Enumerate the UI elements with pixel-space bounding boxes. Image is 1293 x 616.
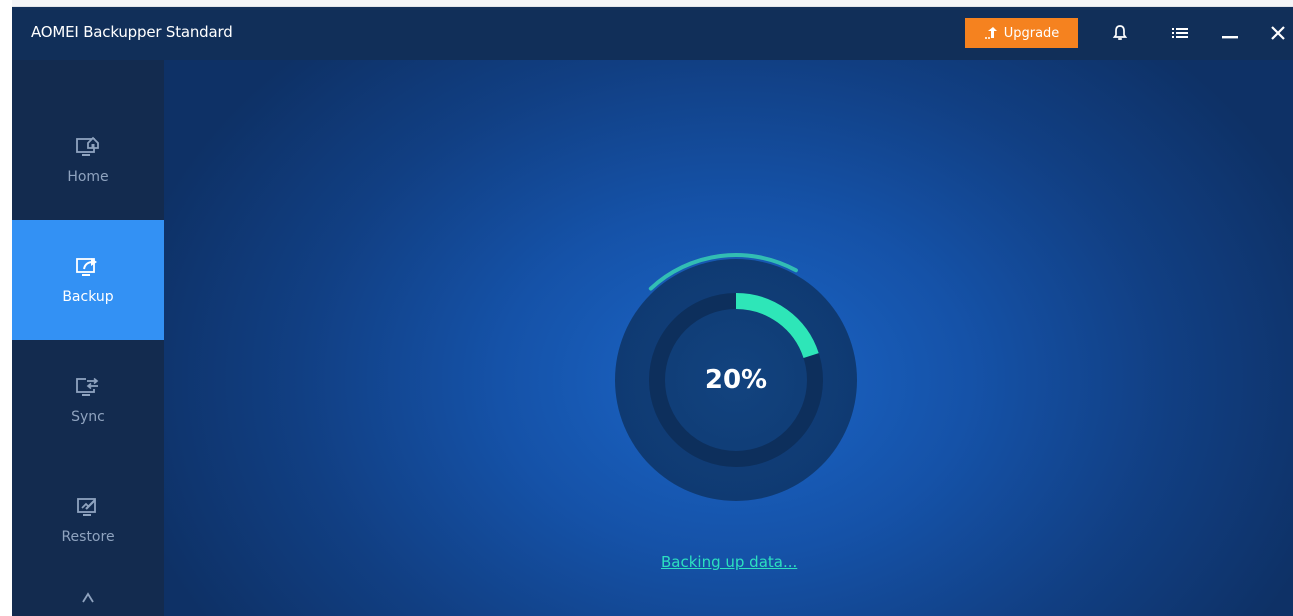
progress-percent: 20%: [704, 365, 768, 395]
upgrade-label: Upgrade: [1003, 25, 1060, 41]
home-monitor-icon: [76, 136, 99, 156]
upgrade-button[interactable]: Upgrade: [965, 18, 1078, 48]
menu-icon[interactable]: [1168, 21, 1192, 45]
upgrade-arrow-icon: [984, 27, 997, 39]
minimize-icon[interactable]: [1218, 21, 1242, 45]
sidebar-item-sync[interactable]: Sync: [12, 340, 164, 460]
backing-up-status-link[interactable]: Backing up data...: [661, 553, 797, 571]
sidebar-item-restore[interactable]: Restore: [12, 460, 164, 580]
bell-icon[interactable]: [1108, 21, 1132, 45]
restore-monitor-icon: [77, 498, 96, 516]
window-frame-top: [0, 0, 1293, 7]
app-title: AOMEI Backupper Standard: [31, 23, 233, 41]
app-window: AOMEI Backupper Standard Upgrade Home Ba…: [12, 7, 1293, 616]
sidebar-item-label: Backup: [62, 289, 114, 305]
sidebar-item-label: Home: [67, 169, 109, 185]
title-bar[interactable]: AOMEI Backupper Standard Upgrade: [12, 7, 1293, 60]
sidebar-item-label: Restore: [61, 529, 115, 545]
sidebar-item-more[interactable]: [12, 580, 164, 616]
sidebar-item-home[interactable]: Home: [12, 100, 164, 220]
progress-ring: 20%: [604, 248, 868, 512]
sync-monitor-icon: [76, 377, 99, 396]
tools-icon: [82, 592, 94, 603]
sidebar: Home Backup Sync Restore: [12, 60, 164, 616]
sidebar-item-backup[interactable]: Backup: [12, 220, 164, 340]
main-content: 20% Backing up data...: [164, 60, 1293, 616]
sidebar-item-label: Sync: [71, 409, 105, 425]
close-icon[interactable]: [1266, 21, 1290, 45]
window-frame-left: [0, 0, 12, 616]
backup-monitor-icon: [76, 258, 97, 276]
